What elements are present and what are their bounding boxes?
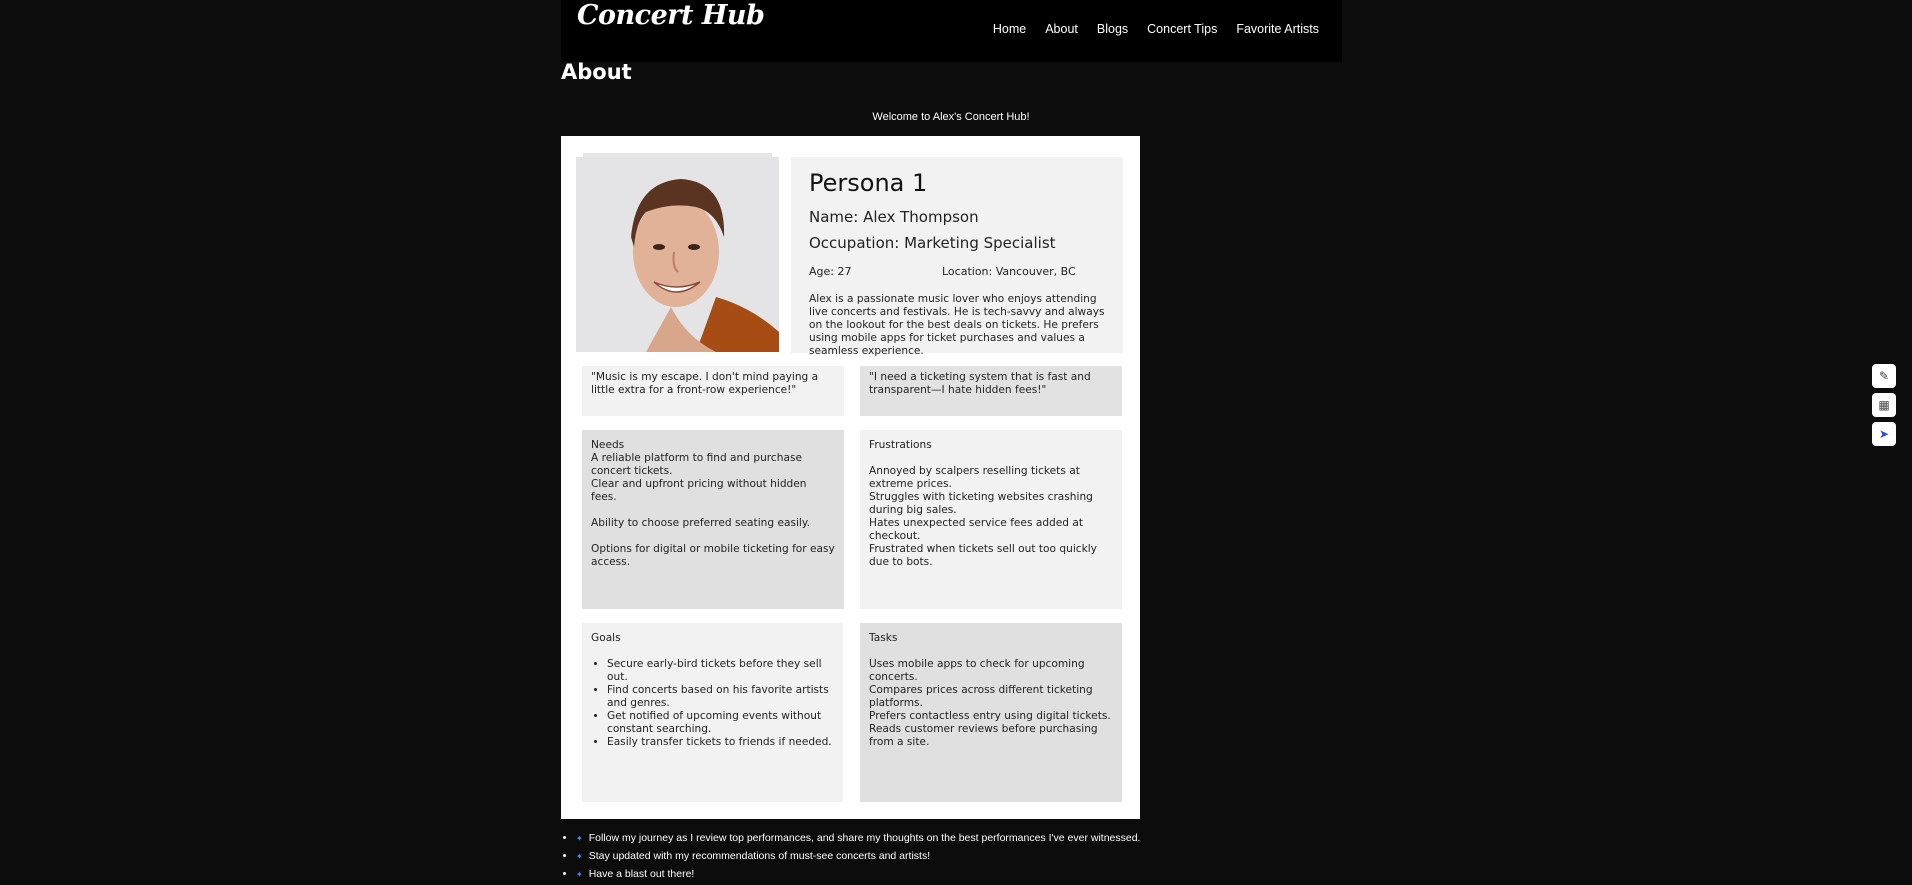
site-logo[interactable]: Concert Hub [577,0,765,31]
frustrations-item: Hates unexpected service fees added at c… [869,517,1084,542]
list-item-text: Follow my journey as I review top perfor… [588,832,1141,844]
highlights-list: ✦ Follow my journey as I review top perfo… [561,829,1140,883]
nav-concert-tips[interactable]: Concert Tips [1147,22,1217,36]
goals-item: Get notified of upcoming events without … [607,710,834,736]
goals-heading: Goals [591,632,621,644]
tasks-heading: Tasks [869,632,898,644]
list-item: ✦ Follow my journey as I review top perfo… [576,829,1140,847]
frustrations-heading: Frustrations [869,439,932,451]
persona-quote-1: "Music is my escape. I don't mind paying… [582,366,844,416]
tasks-item: Reads customer reviews before purchasing… [869,723,1098,748]
edit-icon[interactable]: ✎ [1872,364,1896,388]
tasks-item: Prefers contactless entry using digital … [869,710,1111,722]
needs-item: A reliable platform to find and purchase… [591,452,802,477]
nav-favorite-artists[interactable]: Favorite Artists [1236,22,1319,36]
nav-about[interactable]: About [1045,22,1078,36]
goals-item: Easily transfer tickets to friends if ne… [607,736,834,749]
tasks-item: Uses mobile apps to check for upcoming c… [869,658,1085,683]
persona-location: Location: Vancouver, BC [942,265,1076,278]
send-icon[interactable]: ➤ [1872,422,1896,446]
tasks-item: Compares prices across different ticketi… [869,684,1093,709]
frustrations-box: Frustrations Annoyed by scalpers reselli… [860,430,1122,609]
persona-occupation: Occupation: Marketing Specialist [809,234,1056,252]
needs-box: Needs A reliable platform to find and pu… [582,430,844,609]
sparkle-icon: ✦ [576,870,583,879]
tasks-box: Tasks Uses mobile apps to check for upco… [860,623,1122,802]
persona-quote-2: "I need a ticketing system that is fast … [860,366,1122,416]
welcome-text: Welcome to Alex's Concert Hub! [872,111,1030,123]
list-item-text: Have a blast out there! [588,868,695,880]
main-nav: Home About Blogs Concert Tips Favorite A… [993,22,1319,36]
list-item: ✦ Stay updated with my recommendations of… [576,847,1140,865]
needs-heading: Needs [591,439,625,451]
sparkle-icon: ✦ [576,852,583,861]
frustrations-item: Struggles with ticketing websites crashi… [869,491,1093,516]
persona-card: Persona 1 Name: Alex Thompson Occupation… [561,136,1140,819]
goals-item: Secure early-bird tickets before they se… [607,658,834,684]
nav-home[interactable]: Home [993,22,1026,36]
frustrations-item: Annoyed by scalpers reselling tickets at… [869,465,1080,490]
nav-blogs[interactable]: Blogs [1097,22,1128,36]
needs-item: Ability to choose preferred seating easi… [591,517,810,529]
sparkle-icon: ✦ [576,834,583,843]
goals-box: Goals Secure early-bird tickets before t… [582,623,843,802]
side-toolbar: ✎ ▦ ➤ [1872,364,1896,446]
persona-photo [576,157,779,352]
needs-item: Clear and upfront pricing without hidden… [591,478,807,503]
persona-title: Persona 1 [809,169,928,197]
persona-bio: Alex is a passionate music lover who enj… [809,293,1105,357]
needs-item: Options for digital or mobile ticketing … [591,543,835,568]
goals-item: Find concerts based on his favorite arti… [607,684,834,710]
list-item-text: Stay updated with my recommendations of … [588,850,931,862]
goals-list: Secure early-bird tickets before they se… [591,658,834,749]
persona-info: Persona 1 Name: Alex Thompson Occupation… [791,157,1123,357]
persona-age: Age: 27 [809,265,852,278]
page-title: About [561,60,632,84]
list-item: ✦ Have a blast out there! [576,865,1140,883]
site-header: Concert Hub Home About Blogs Concert Tip… [561,0,1342,62]
calendar-icon[interactable]: ▦ [1872,393,1896,417]
frustrations-item: Frustrated when tickets sell out too qui… [869,543,1097,568]
persona-name: Name: Alex Thompson [809,208,979,226]
